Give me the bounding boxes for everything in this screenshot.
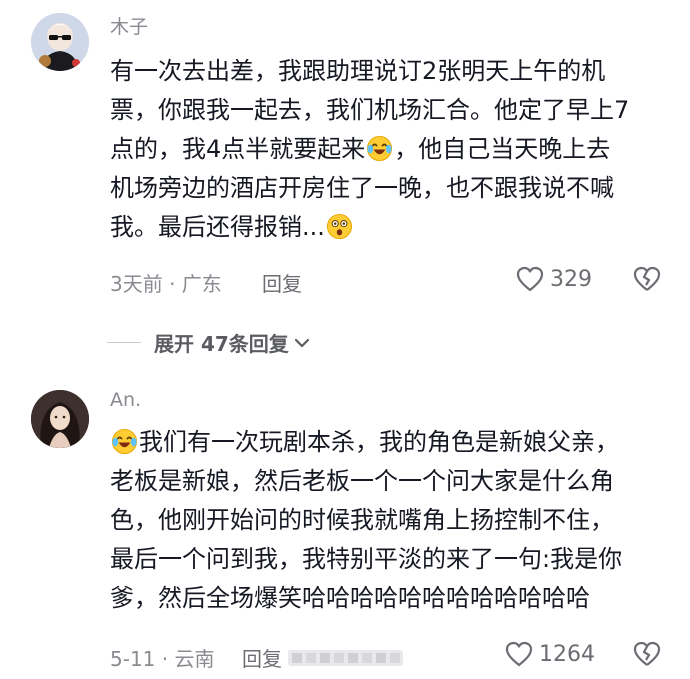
like-count: 1264 xyxy=(539,641,595,667)
comment-line: 最后一个问到我，我特别平淡的来了一句:我是你 xyxy=(110,545,623,573)
expand-replies-button[interactable]: 展开 47条回复 xyxy=(107,328,311,357)
expand-replies-label: 展开 47条回复 xyxy=(154,332,289,356)
comment-line: 爹，然后全场爆笑哈哈哈哈哈哈哈哈哈哈哈哈 xyxy=(110,584,590,612)
broken-heart-icon xyxy=(633,266,661,291)
comment-text: 有一次去出差，我跟助理说订2张明天上午的机 票，你跟我一起去，我们机场汇合。他定… xyxy=(110,52,670,247)
comment-text-segment: 我。最后还得报销... xyxy=(110,213,325,241)
comment-line: 机场旁边的酒店开房住了一晚，也不跟我说不喊 xyxy=(110,174,614,202)
comment-line: 老板是新娘，然后老板一个一个问大家是什么角 xyxy=(110,467,614,495)
comment-text-segment: ，他自己当天晚上去 xyxy=(394,135,611,163)
comment-line: 票，你跟我一起去，我们机场汇合。他定了早上7 xyxy=(110,96,630,124)
broken-heart-icon xyxy=(633,641,661,666)
surprised-face-emoji-icon xyxy=(326,213,353,240)
comment-time-location: 5-11 · 云南 xyxy=(110,647,215,671)
comment-username[interactable]: An. xyxy=(110,389,141,411)
comment-username[interactable]: 木子 xyxy=(110,12,148,39)
like-count: 329 xyxy=(550,266,592,292)
comment-text-segment: 我们有一次玩剧本杀，我的角色是新娘父亲， xyxy=(139,428,619,456)
reply-button[interactable]: 回复 xyxy=(262,268,302,297)
comment-line: 我们有一次玩剧本杀，我的角色是新娘父亲， xyxy=(110,423,670,462)
comment-time-location: 3天前 · 广东 xyxy=(110,272,222,296)
like-button[interactable]: 329 xyxy=(516,266,592,292)
username-watermark xyxy=(288,648,403,668)
crying-laughing-emoji-icon xyxy=(366,135,393,162)
comment-text: 我们有一次玩剧本杀，我的角色是新娘父亲， 老板是新娘，然后老板一个一个问大家是什… xyxy=(110,423,670,618)
comment-text-segment: 点的，我4点半就要起来 xyxy=(110,135,366,163)
comment-line: 色，他刚开始问的时候我就嘴角上扬控制不住， xyxy=(110,506,614,534)
like-button[interactable]: 1264 xyxy=(505,641,595,667)
divider xyxy=(107,342,141,343)
avatar[interactable] xyxy=(31,390,89,448)
comment-line: 点的，我4点半就要起来 ，他自己当天晚上去 xyxy=(110,130,670,169)
dislike-button[interactable] xyxy=(633,266,661,296)
heart-icon xyxy=(516,266,544,292)
reply-button[interactable]: 回复 xyxy=(242,643,282,672)
crying-laughing-emoji-icon xyxy=(111,428,138,455)
dislike-button[interactable] xyxy=(633,641,661,671)
avatar[interactable] xyxy=(31,13,89,71)
heart-icon xyxy=(505,641,533,667)
chevron-down-icon xyxy=(294,338,309,347)
comment-line: 有一次去出差，我跟助理说订2张明天上午的机 xyxy=(110,57,606,85)
comment-line: 我。最后还得报销... xyxy=(110,208,670,247)
